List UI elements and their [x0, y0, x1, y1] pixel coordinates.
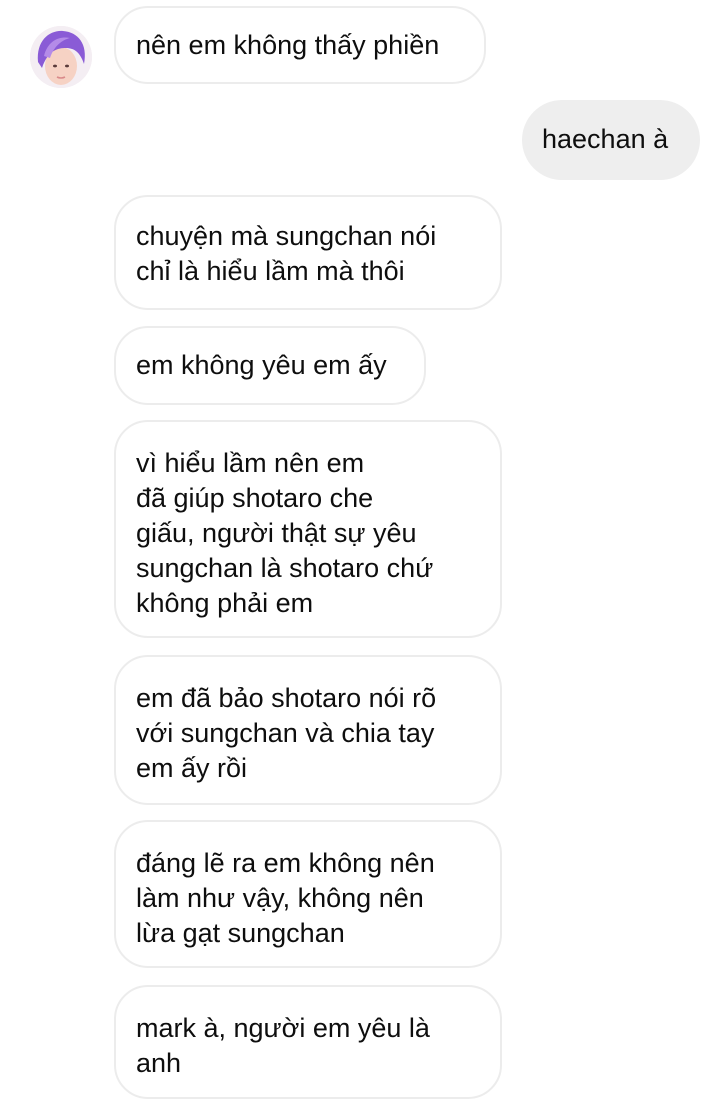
message-bubble-received[interactable]: chuyện mà sungchan nói chỉ là hiểu lầm m… [114, 195, 502, 310]
message-bubble-received[interactable]: vì hiểu lầm nên em đã giúp shotaro che g… [114, 420, 502, 638]
message-bubble-received[interactable]: mark à, người em yêu là anh [114, 985, 502, 1099]
message-bubble-received[interactable]: nên em không thấy phiền [114, 6, 486, 84]
message-bubble-received[interactable]: em đã bảo shotaro nói rõ với sungchan và… [114, 655, 502, 805]
message-bubble-sent[interactable]: haechan à [522, 100, 700, 180]
message-bubble-received[interactable]: em không yêu em ấy [114, 326, 426, 405]
contact-avatar[interactable] [30, 26, 92, 88]
message-bubble-received[interactable]: đáng lẽ ra em không nên làm như vậy, khô… [114, 820, 502, 968]
avatar-photo-icon [30, 26, 92, 88]
